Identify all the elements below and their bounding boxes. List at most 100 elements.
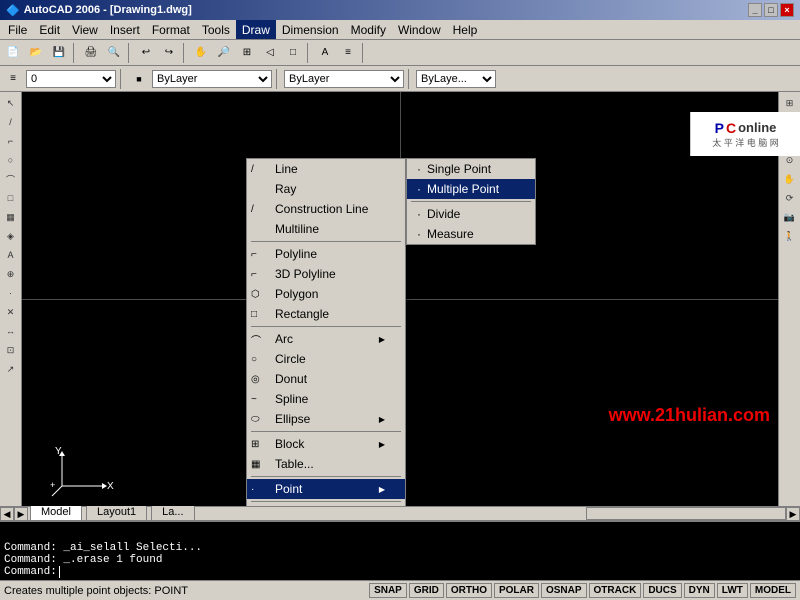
rt-orbit[interactable]: ⟳ (781, 189, 799, 207)
single-point-icon: · (417, 162, 421, 176)
command-line1: Command: _ai_selall Selecti... (4, 542, 796, 554)
layer-dropdown[interactable]: 0 (26, 70, 116, 88)
toolbar2-sep3 (408, 69, 412, 89)
polar-btn[interactable]: POLAR (494, 583, 539, 598)
dm-construction-line[interactable]: /Construction Line (247, 199, 405, 219)
lineweight-dropdown[interactable]: ByLaye... (416, 70, 496, 88)
dm-polyline[interactable]: ⌐Polyline (247, 244, 405, 264)
dm-rectangle[interactable]: □Rectangle (247, 304, 405, 324)
menu-draw[interactable]: Draw (236, 20, 276, 39)
dm-block[interactable]: ⊞Block (247, 434, 405, 454)
menu-tools[interactable]: Tools (196, 20, 236, 39)
linetype-dropdown[interactable]: ByLayer (284, 70, 404, 88)
tb-zoomall[interactable]: ⊞ (236, 42, 258, 64)
tb-redo[interactable]: ↪ (158, 42, 180, 64)
close-button[interactable]: × (780, 3, 794, 17)
dm-sep5 (251, 501, 401, 502)
rt-cam[interactable]: 📷 (781, 208, 799, 226)
lwt-btn[interactable]: LWT (717, 583, 748, 598)
lt-text[interactable]: A (2, 246, 20, 264)
color-btn[interactable]: ■ (128, 68, 150, 90)
layer-manager-btn[interactable]: ≡ (2, 68, 24, 90)
psm-divide[interactable]: · Divide (407, 204, 535, 224)
minimize-button[interactable]: _ (748, 3, 762, 17)
command-cursor (59, 566, 67, 578)
tb-new[interactable]: 📄 (2, 42, 24, 64)
dm-ellipse[interactable]: ⬭Ellipse (247, 409, 405, 429)
psm-multiple-point[interactable]: · Multiple Point (407, 179, 535, 199)
lt-arc[interactable]: ⌒ (2, 170, 20, 188)
lt-circle[interactable]: ○ (2, 151, 20, 169)
tb-zoom-prev[interactable]: ◁ (259, 42, 281, 64)
hscroll-right[interactable]: ▶ (786, 507, 800, 521)
rt-pan[interactable]: ✋ (781, 170, 799, 188)
menu-edit[interactable]: Edit (33, 20, 66, 39)
menu-insert[interactable]: Insert (104, 20, 146, 39)
tb-match[interactable]: ≡ (337, 42, 359, 64)
ortho-btn[interactable]: ORTHO (446, 583, 492, 598)
tb-preview[interactable]: 🔍 (103, 42, 125, 64)
hscroll-track[interactable] (586, 507, 786, 520)
scroll-left-btn[interactable]: ◀ (0, 507, 14, 521)
rt-walk[interactable]: 🚶 (781, 227, 799, 245)
maximize-button[interactable]: □ (764, 3, 778, 17)
psm-measure[interactable]: · Measure (407, 224, 535, 244)
grid-btn[interactable]: GRID (409, 583, 444, 598)
scroll-right-btn[interactable]: ▶ (14, 507, 28, 521)
psm-single-point[interactable]: · Single Point (407, 159, 535, 179)
menu-view[interactable]: View (66, 20, 104, 39)
lt-line[interactable]: / (2, 113, 20, 131)
dm-3d-polyline[interactable]: ⌐3D Polyline (247, 264, 405, 284)
dm-line[interactable]: /Line (247, 159, 405, 179)
divide-label: Divide (427, 207, 460, 221)
toolbar-sep2 (128, 43, 132, 63)
menu-file[interactable]: File (2, 20, 33, 39)
status-bar: Creates multiple point objects: POINT SN… (0, 580, 800, 600)
lt-point[interactable]: · (2, 284, 20, 302)
model-btn[interactable]: MODEL (750, 583, 796, 598)
lt-polyline[interactable]: ⌐ (2, 132, 20, 150)
tb-save[interactable]: 💾 (48, 42, 70, 64)
lt-dim[interactable]: ↔ (2, 322, 20, 340)
ducs-btn[interactable]: DUCS (643, 583, 681, 598)
lt-insert[interactable]: ⊕ (2, 265, 20, 283)
lt-rect[interactable]: □ (2, 189, 20, 207)
dm-donut[interactable]: ◎Donut (247, 369, 405, 389)
lt-leader[interactable]: ↗ (2, 360, 20, 378)
dm-circle[interactable]: ○Circle (247, 349, 405, 369)
tb-undo[interactable]: ↩ (135, 42, 157, 64)
lt-hatch[interactable]: ▦ (2, 208, 20, 226)
menu-modify[interactable]: Modify (345, 20, 392, 39)
dm-hatch[interactable]: ▦Hatch... (247, 504, 405, 506)
dm-spline[interactable]: ~Spline (247, 389, 405, 409)
lt-construct[interactable]: ✕ (2, 303, 20, 321)
tb-open[interactable]: 📂 (25, 42, 47, 64)
lt-region[interactable]: ◈ (2, 227, 20, 245)
dm-table[interactable]: ▦Table... (247, 454, 405, 474)
rt-zoom-win[interactable]: ⊞ (781, 94, 799, 112)
dm-sep3 (251, 431, 401, 432)
color-dropdown[interactable]: ByLayer (152, 70, 272, 88)
menu-window[interactable]: Window (392, 20, 447, 39)
dm-multiline[interactable]: Multiline (247, 219, 405, 239)
menu-help[interactable]: Help (447, 20, 484, 39)
dm-polygon[interactable]: ⬡Polygon (247, 284, 405, 304)
snap-btn[interactable]: SNAP (369, 583, 407, 598)
tb-zoom-win[interactable]: □ (282, 42, 304, 64)
menu-format[interactable]: Format (146, 20, 196, 39)
dyn-btn[interactable]: DYN (684, 583, 715, 598)
tb-print[interactable]: 🖨 (80, 42, 102, 64)
dm-point[interactable]: ·Point (247, 479, 405, 499)
pclogo: PConline 太 平 洋 电 脑 网 (690, 112, 800, 156)
otrack-btn[interactable]: OTRACK (589, 583, 642, 598)
command-input-area[interactable]: Command: (4, 566, 796, 578)
menu-dimension[interactable]: Dimension (276, 20, 345, 39)
lt-tolerance[interactable]: ⊡ (2, 341, 20, 359)
tb-zoom[interactable]: 🔎 (213, 42, 235, 64)
tb-text[interactable]: A (314, 42, 336, 64)
lt-select[interactable]: ↖ (2, 94, 20, 112)
tb-pan[interactable]: ✋ (190, 42, 212, 64)
dm-arc[interactable]: ⌒Arc (247, 329, 405, 349)
osnap-btn[interactable]: OSNAP (541, 583, 587, 598)
dm-ray[interactable]: Ray (247, 179, 405, 199)
